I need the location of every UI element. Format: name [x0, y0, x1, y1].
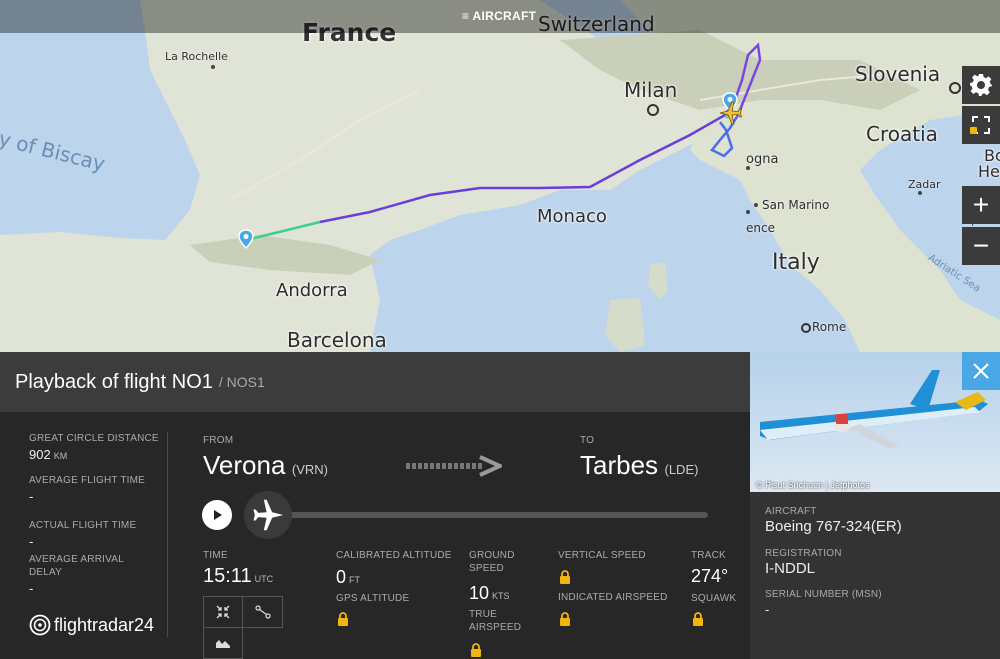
expand-icon [970, 116, 990, 134]
track-value: 274° [691, 566, 729, 586]
panel-header: Playback of flight NO1 / NOS1 [0, 352, 750, 412]
delay-label: AVERAGE ARRIVAL DELAY [29, 554, 124, 578]
calibrated-altitude-label: CALIBRATED ALTITUDE [336, 550, 452, 561]
to-label: TO [580, 435, 595, 446]
map-label-slovenia: Slovenia [855, 62, 941, 86]
route-arrow-icon [406, 455, 502, 477]
aircraft-info: AIRCRAFT Boeing 767-324(ER) REGISTRATION… [750, 492, 1000, 659]
map-label-rome: Rome [812, 320, 847, 334]
zoom-in-button[interactable]: + [962, 186, 1000, 224]
map-label-italy: Italy [772, 250, 820, 275]
vertical-speed-label: VERTICAL SPEED [558, 550, 646, 561]
map-label-la-rochelle: La Rochelle [165, 50, 228, 63]
ground-speed-label: GROUND SPEED [469, 550, 515, 574]
play-icon [214, 510, 222, 520]
gcd-label: GREAT CIRCLE DISTANCE [29, 433, 159, 444]
actual-time-value: - [29, 534, 34, 549]
indicated-airspeed-label: INDICATED AIRSPEED [558, 592, 668, 603]
graph-button[interactable] [203, 628, 243, 659]
aircraft-value: Boeing 767-324(ER) [765, 518, 902, 535]
playback-handle[interactable] [244, 491, 292, 539]
graph-icon [216, 640, 230, 648]
panel-title: Playback of flight NO1 [15, 370, 213, 393]
radar-logo-icon [29, 614, 51, 636]
center-view-button[interactable] [204, 597, 244, 627]
gps-altitude-lock-icon [338, 612, 348, 626]
aft-value: - [29, 489, 34, 504]
map-label-zadar: Zadar [908, 178, 941, 191]
aircraft-label: AIRCRAFT [765, 506, 817, 517]
panel-divider [167, 432, 168, 637]
airplane-icon [253, 499, 284, 531]
map-background [0, 0, 1000, 352]
aircraft-menu[interactable]: ≡ AIRCRAFT [462, 9, 536, 23]
serial-label: SERIAL NUMBER (MSN) [765, 589, 882, 600]
playback-track[interactable] [268, 512, 708, 518]
aft-label: AVERAGE FLIGHT TIME [29, 475, 146, 486]
gps-altitude-label: GPS ALTITUDE [336, 593, 410, 604]
compress-icon [216, 605, 230, 619]
ground-speed-value: 10 [469, 583, 490, 603]
true-airspeed-label: TRUE AIRSPEED [469, 609, 522, 633]
route-icon [254, 605, 271, 619]
menu-icon: ≡ [462, 9, 473, 23]
ground-speed-unit: KTS [492, 591, 510, 601]
squawk-label: SQUAWK [691, 593, 737, 604]
gcd-value: 902 [29, 447, 51, 462]
settings-button[interactable] [962, 66, 1000, 104]
gcd-unit: KM [53, 451, 68, 461]
view-controls [203, 596, 283, 628]
to-airport[interactable]: Tarbes (LDE) [580, 450, 698, 481]
map-label-florence: ence [746, 221, 775, 235]
photo-credit[interactable]: © Pisut Srichuen | Jetphotos [756, 480, 870, 490]
zoom-out-button[interactable]: − [962, 227, 1000, 265]
top-bar: ≡ AIRCRAFT [0, 0, 1000, 33]
indicated-airspeed-lock-icon [560, 612, 570, 626]
map-label-croatia: Croatia [866, 122, 938, 146]
flight-panel: Playback of flight NO1 / NOS1 GREAT CIRC… [0, 352, 750, 659]
time-value: 15:11 [203, 565, 252, 587]
fullscreen-button[interactable] [962, 106, 1000, 144]
squawk-lock-icon [693, 612, 703, 626]
panel-subtitle: / NOS1 [218, 374, 265, 390]
play-button[interactable] [202, 500, 232, 530]
from-label: FROM [203, 435, 234, 446]
time-label: TIME [203, 550, 228, 561]
aircraft-marker-icon[interactable] [718, 100, 744, 126]
calibrated-altitude-unit: FT [349, 575, 361, 585]
close-button[interactable] [962, 352, 1000, 390]
registration-label: REGISTRATION [765, 548, 842, 559]
track-label: TRACK [691, 550, 726, 561]
close-icon [973, 363, 989, 379]
time-unit: UTC [254, 574, 274, 584]
map-label-bologna: ogna [746, 152, 779, 167]
map-label-milan: Milan [624, 78, 678, 102]
origin-pin-icon[interactable] [238, 229, 254, 249]
registration-value[interactable]: I-NDDL [765, 560, 815, 577]
gear-icon [970, 74, 992, 96]
from-airport[interactable]: Verona (VRN) [203, 450, 328, 481]
actual-time-label: ACTUAL FLIGHT TIME [29, 520, 137, 531]
map-label-barcelona: Barcelona [287, 328, 387, 352]
vertical-speed-lock-icon [560, 570, 570, 584]
delay-value: - [29, 581, 34, 596]
true-airspeed-lock-icon [471, 643, 481, 657]
map-label-bosnia-2: He [978, 162, 1000, 181]
flightradar24-logo: flightradar24 [29, 614, 169, 636]
calibrated-altitude-value: 0 [336, 567, 347, 587]
map-label-monaco: Monaco [537, 206, 607, 227]
map-label-andorra: Andorra [276, 280, 348, 301]
route-view-button[interactable] [243, 597, 282, 627]
map-label-san-marino: San Marino [762, 198, 830, 212]
flight-stats: GREAT CIRCLE DISTANCE 902 KM AVERAGE FLIG… [29, 432, 169, 636]
map[interactable]: France Switzerland Slovenia Croatia Mila… [0, 0, 1000, 352]
serial-value: - [765, 602, 770, 617]
